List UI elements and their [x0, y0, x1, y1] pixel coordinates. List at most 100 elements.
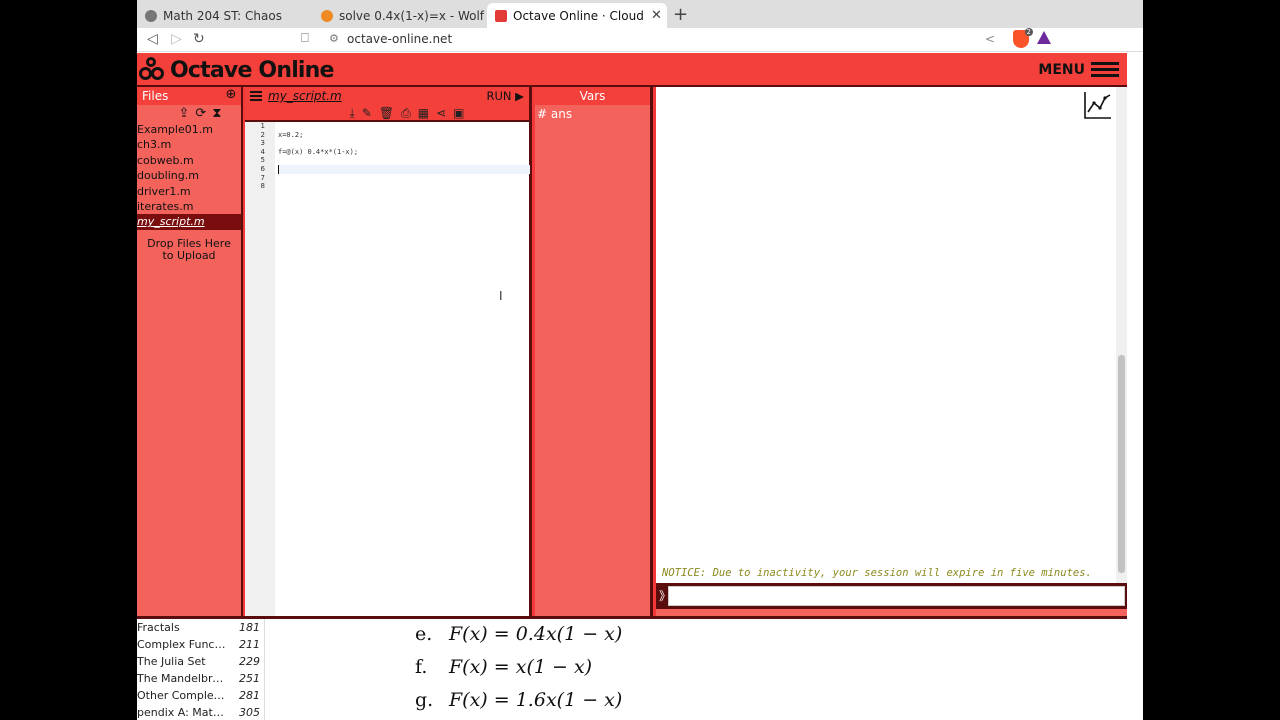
code-line[interactable]	[278, 182, 530, 191]
brave-rewards-icon[interactable]	[1037, 31, 1051, 44]
file-item[interactable]: my_script.m	[137, 214, 241, 230]
var-item[interactable]: # ans	[535, 107, 650, 121]
new-tab-icon[interactable]: +	[673, 4, 688, 25]
code-line[interactable]: x=0.2;	[278, 131, 530, 140]
toc-page: 281	[239, 689, 260, 702]
site-info-icon[interactable]: ⚙	[329, 32, 339, 45]
forward-icon[interactable]: ▷	[171, 31, 182, 47]
file-item[interactable]: ch3.m	[137, 137, 241, 152]
tab-wolfram[interactable]: solve 0.4x(1-x)=x - Wolfram|A	[313, 3, 485, 28]
console-panel: NOTICE: Due to inactivity, your session …	[656, 87, 1127, 619]
url-field[interactable]: octave-online.net	[347, 32, 452, 46]
code-line[interactable]: f=@(x) 0.4*x*(1-x);	[278, 148, 530, 157]
console-input[interactable]	[668, 586, 1125, 606]
wolfram-icon	[321, 9, 333, 22]
file-item[interactable]: driver1.m	[137, 184, 241, 199]
bookmark-icon[interactable]: ⎕	[301, 31, 309, 46]
files-panel: Files ⊕ ⇪ ⟳ ⧗ Example01.m ch3.m cobweb.m do…	[137, 87, 243, 619]
toc-row[interactable]: The Mandelbrot… 251	[137, 670, 264, 687]
close-tab-icon[interactable]: ✕	[651, 8, 662, 23]
toc-page: 211	[239, 638, 260, 651]
brave-shields-icon[interactable]: 2	[1013, 28, 1033, 48]
trash-icon[interactable]: 🗑	[379, 105, 394, 120]
toc-row[interactable]: Other Complex … 281	[137, 687, 264, 704]
line-number: 5	[260, 156, 265, 165]
toc-title: Complex Functi…	[137, 638, 229, 651]
editor-toolbar: ⤓ ✎ 🗑 ⎙ ▦ ⋖ ▣	[245, 105, 529, 122]
line-number: 2	[260, 130, 265, 139]
code-line[interactable]	[278, 156, 530, 165]
toc-title: Fractals	[137, 621, 180, 634]
toc-title: The Mandelbrot…	[137, 672, 229, 685]
console-scrollbar[interactable]	[1116, 87, 1127, 583]
pencil-icon[interactable]: ✎	[362, 105, 372, 120]
globe-icon	[145, 9, 157, 22]
upload-icon[interactable]: ⇪	[179, 105, 190, 122]
toc-page: 251	[239, 672, 260, 685]
plot-icon[interactable]	[1083, 90, 1113, 120]
background-document: Fractals 181 Complex Functi… 211 The Julia S…	[137, 619, 1143, 720]
app-header: Octave Online MENU	[137, 53, 1127, 85]
line-gutter: 12345678	[245, 122, 275, 619]
share-icon[interactable]: <	[985, 32, 995, 46]
file-item[interactable]: Example01.m	[137, 122, 241, 137]
tab-octave[interactable]: Octave Online · Cloud IDE ✕	[487, 3, 667, 28]
address-bar: ◁ ▷ ↻ ⎕ ⚙ octave-online.net < 2	[137, 28, 1143, 52]
line-number: 3	[260, 139, 265, 148]
toc-row[interactable]: pendix A: Mathe… 305	[137, 704, 264, 720]
toc-page: 181	[239, 621, 260, 634]
menu-button[interactable]: MENU	[1038, 59, 1119, 80]
screen: Math 204 ST: Chaos solve 0.4x(1-x)=x - W…	[0, 0, 1280, 720]
file-item[interactable]: doubling.m	[137, 168, 241, 183]
menu-label: MENU	[1038, 61, 1085, 78]
tab-math204[interactable]: Math 204 ST: Chaos	[137, 3, 309, 28]
vars-header: Vars	[535, 87, 650, 105]
session-notice: NOTICE: Due to inactivity, your session …	[662, 567, 1092, 579]
run-button[interactable]: RUN ▶	[486, 87, 524, 105]
table-of-contents: Fractals 181 Complex Functi… 211 The Julia S…	[137, 619, 265, 720]
octave-app: Octave Online MENU Files ⊕ ⇪ ⟳ ⧗ Example…	[137, 53, 1127, 619]
code-line[interactable]	[278, 122, 530, 131]
download-icon[interactable]: ⤓	[350, 105, 355, 120]
octave-favicon-icon	[495, 9, 507, 22]
new-file-icon[interactable]: ⊕	[223, 88, 239, 103]
drop-zone[interactable]: Drop Files Here to Upload	[137, 237, 241, 262]
save-icon[interactable]: ▣	[453, 105, 464, 120]
editor-menu-icon[interactable]	[250, 91, 262, 103]
code-line[interactable]	[278, 164, 530, 174]
editor-filename: my_script.m	[268, 89, 342, 103]
logo: Octave Online	[139, 56, 334, 84]
toc-page: 305	[239, 706, 260, 719]
equation-e: e. F(x) = 0.4x(1 − x)	[415, 623, 623, 645]
file-item[interactable]: iterates.m	[137, 199, 241, 214]
line-number: 1	[260, 122, 265, 130]
toc-row[interactable]: The Julia Set 229	[137, 653, 264, 670]
files-toolbar: ⇪ ⟳ ⧗	[137, 105, 241, 122]
revisions-icon[interactable]: ▦	[418, 105, 429, 120]
tab-title: solve 0.4x(1-x)=x - Wolfram|A	[339, 8, 485, 23]
toc-row[interactable]: Complex Functi… 211	[137, 636, 264, 653]
text-cursor-icon: I	[499, 289, 503, 303]
line-number: 6	[260, 164, 265, 173]
hamburger-icon	[1091, 59, 1119, 80]
back-icon[interactable]: ◁	[147, 31, 158, 47]
tab-strip: Math 204 ST: Chaos solve 0.4x(1-x)=x - W…	[137, 0, 1143, 28]
hourglass-icon[interactable]: ⧗	[212, 105, 221, 122]
line-number: 8	[260, 182, 265, 191]
equation-f: f. F(x) = x(1 − x)	[415, 656, 593, 678]
octave-logo-icon	[139, 57, 167, 83]
code-area[interactable]: x=0.2; f=@(x) 0.4*x*(1-x);	[278, 122, 530, 191]
scroll-thumb[interactable]	[1118, 355, 1125, 573]
print-icon[interactable]: ⎙	[401, 105, 411, 120]
toc-title: The Julia Set	[137, 655, 206, 668]
tab-title: Octave Online · Cloud IDE	[513, 8, 643, 23]
refresh-icon[interactable]: ⟳	[195, 105, 206, 122]
line-number: 7	[260, 173, 265, 182]
toc-row[interactable]: Fractals 181	[137, 619, 264, 636]
reload-icon[interactable]: ↻	[193, 31, 205, 47]
file-item[interactable]: cobweb.m	[137, 153, 241, 168]
toc-title: pendix A: Mathe…	[137, 706, 229, 719]
code-line[interactable]	[278, 174, 530, 183]
share-icon[interactable]: ⋖	[436, 105, 446, 120]
code-line[interactable]	[278, 139, 530, 148]
